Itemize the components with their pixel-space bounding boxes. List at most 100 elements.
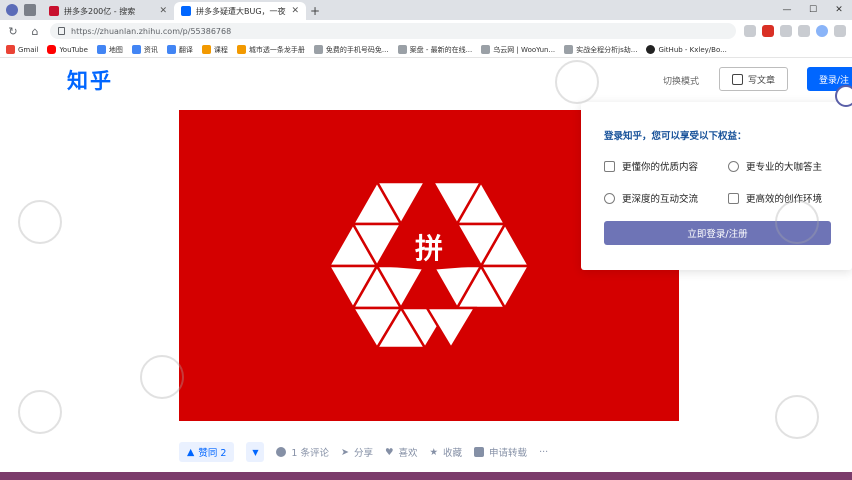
close-tab-icon[interactable]: ✕ bbox=[291, 6, 299, 16]
like-button[interactable]: ♥ 喜欢 bbox=[384, 445, 418, 460]
watermark bbox=[775, 395, 819, 439]
browser-tab-strip: 拼多多200亿 - 搜索 ✕ 拼多多疑遭大BUG，一夜被薅走... ✕ + — … bbox=[0, 0, 852, 20]
zhihu-logo[interactable]: 知乎 bbox=[67, 65, 113, 95]
article-action-bar: ▲ 赞同 2 ▼ 1 条评论 ➤ 分享 ♥ 喜欢 ★ 收藏 申请转载 ··· bbox=[179, 442, 548, 462]
repost-label: 申请转载 bbox=[489, 448, 528, 459]
favorites-icon[interactable] bbox=[798, 25, 810, 37]
send-icon: ➤ bbox=[340, 446, 349, 458]
zhihu-favicon-icon bbox=[181, 6, 191, 16]
bookmark-item[interactable]: 地图 bbox=[96, 45, 123, 55]
login-benefits-popup: 登录知乎，您可以享受以下权益： 更懂你的优质内容 更专业的大咖答主 更深度的互动… bbox=[581, 102, 852, 270]
upvote-button[interactable]: ▲ 赞同 2 bbox=[179, 442, 235, 462]
page-icon bbox=[564, 45, 574, 54]
repost-button[interactable]: 申请转载 bbox=[474, 445, 527, 459]
edit-icon bbox=[728, 192, 739, 204]
home-icon[interactable]: ⌂ bbox=[28, 24, 42, 38]
bookmark-item[interactable]: 课程 bbox=[201, 45, 228, 55]
pinduoduo-logo: 拼 bbox=[327, 180, 531, 350]
close-tab-icon[interactable]: ✕ bbox=[159, 6, 167, 16]
bookmark-item[interactable]: 城市透一条龙手册 bbox=[236, 45, 305, 55]
benefit-item: 更专业的大咖答主 bbox=[728, 159, 822, 173]
extension-icon[interactable] bbox=[744, 25, 756, 37]
like-label: 喜欢 bbox=[398, 448, 418, 459]
triangle-up-icon: ▲ bbox=[187, 446, 195, 458]
page-icon bbox=[313, 45, 323, 54]
window-controls: — ☐ ✕ bbox=[774, 0, 852, 20]
workspaces-icon[interactable] bbox=[24, 4, 36, 16]
bookmark-item[interactable]: 资讯 bbox=[131, 45, 158, 55]
page-icon bbox=[397, 45, 407, 54]
pen-icon bbox=[731, 73, 743, 85]
bookmark-label: YouTube bbox=[59, 45, 88, 54]
folder-icon bbox=[236, 45, 246, 54]
bookmark-label: 乌云网 | WooYun... bbox=[493, 45, 556, 54]
bookmark-label: 城市透一条龙手册 bbox=[248, 45, 305, 54]
bookmark-label: 地图 bbox=[108, 45, 123, 54]
expert-icon bbox=[728, 160, 739, 172]
translate-icon bbox=[166, 45, 176, 54]
benefit-item: 更懂你的优质内容 bbox=[604, 159, 698, 173]
benefit-label: 更专业的大咖答主 bbox=[746, 162, 823, 173]
youtube-icon bbox=[47, 45, 57, 54]
window-icons bbox=[0, 0, 42, 20]
watermark bbox=[18, 200, 62, 244]
star-icon: ★ bbox=[429, 446, 439, 458]
upvote-label: 赞同 2 bbox=[198, 448, 227, 459]
bing-favicon-icon bbox=[49, 6, 59, 16]
benefit-label: 更懂你的优质内容 bbox=[622, 162, 699, 173]
maps-icon bbox=[96, 45, 106, 54]
folder-icon bbox=[201, 45, 211, 54]
bookmark-item[interactable]: 实战全程分析js劫... bbox=[564, 45, 637, 55]
bookmark-item[interactable]: 乌云网 | WooYun... bbox=[481, 45, 555, 55]
bookmark-item[interactable]: GitHub - Kxley/Bo... bbox=[646, 45, 727, 54]
collect-label: 收藏 bbox=[443, 448, 463, 459]
document-icon bbox=[474, 447, 485, 457]
taskbar-strip bbox=[0, 472, 852, 480]
url-bar[interactable]: https://zhuanlan.zhihu.com/p/55386768 bbox=[50, 23, 736, 39]
zhihu-assistant-icon[interactable] bbox=[835, 85, 852, 107]
share-label: 分享 bbox=[353, 448, 373, 459]
tab-search[interactable]: 拼多多200亿 - 搜索 ✕ bbox=[42, 2, 174, 20]
comment-icon bbox=[276, 447, 287, 457]
share-button[interactable]: ➤ 分享 bbox=[340, 445, 373, 460]
zhihu-article-page: 知乎 切换模式 写文章 登录/注 拼 登录知乎，您可以享受以下权益： 更懂你的优… bbox=[0, 59, 852, 472]
content-icon bbox=[604, 160, 615, 172]
write-article-button[interactable]: 写文章 bbox=[719, 67, 788, 91]
gmail-icon bbox=[6, 45, 15, 54]
more-button[interactable]: ··· bbox=[539, 447, 548, 458]
comment-button[interactable]: 1 条评论 bbox=[276, 445, 329, 459]
account-avatar-icon[interactable] bbox=[816, 25, 828, 37]
watermark bbox=[555, 60, 599, 104]
bookmark-item[interactable]: 翻译 bbox=[166, 45, 193, 55]
switch-mode-link[interactable]: 切换模式 bbox=[663, 74, 699, 87]
downvote-button[interactable]: ▼ bbox=[246, 442, 265, 462]
extension-icon[interactable] bbox=[762, 25, 774, 37]
extensions-area bbox=[744, 25, 846, 37]
url-text: https://zhuanlan.zhihu.com/p/55386768 bbox=[71, 26, 232, 36]
bookmark-label: GitHub - Kxley/Bo... bbox=[658, 45, 727, 54]
chat-icon bbox=[604, 192, 615, 204]
bookmark-item[interactable]: 案盘 - 最新的在线... bbox=[397, 45, 472, 55]
heart-icon: ♥ bbox=[384, 446, 394, 458]
collect-button[interactable]: ★ 收藏 bbox=[429, 445, 463, 460]
new-tab-button[interactable]: + bbox=[306, 2, 324, 20]
close-window-icon[interactable]: ✕ bbox=[826, 5, 852, 15]
tab-title: 拼多多疑遭大BUG，一夜被薅走... bbox=[196, 6, 286, 16]
watermark bbox=[140, 355, 184, 399]
watermark bbox=[775, 200, 819, 244]
bookmark-item[interactable]: 免费的手机号码免... bbox=[313, 45, 389, 55]
watermark bbox=[18, 390, 62, 434]
tab-zhihu-article[interactable]: 拼多多疑遭大BUG，一夜被薅走... ✕ bbox=[174, 2, 306, 20]
profile-icon[interactable] bbox=[6, 4, 18, 16]
minimize-icon[interactable]: — bbox=[774, 5, 800, 15]
bookmark-label: 免费的手机号码免... bbox=[325, 45, 389, 54]
maximize-icon[interactable]: ☐ bbox=[800, 5, 826, 15]
pin-character: 拼 bbox=[415, 232, 443, 265]
address-toolbar: ↻ ⌂ https://zhuanlan.zhihu.com/p/5538676… bbox=[0, 20, 852, 42]
refresh-icon[interactable]: ↻ bbox=[6, 24, 20, 38]
bookmark-item[interactable]: Gmail bbox=[6, 45, 38, 54]
menu-icon[interactable] bbox=[834, 25, 846, 37]
benefit-label: 更深度的互动交流 bbox=[622, 194, 699, 205]
bookmark-item[interactable]: YouTube bbox=[47, 45, 88, 54]
extension-icon[interactable] bbox=[780, 25, 792, 37]
